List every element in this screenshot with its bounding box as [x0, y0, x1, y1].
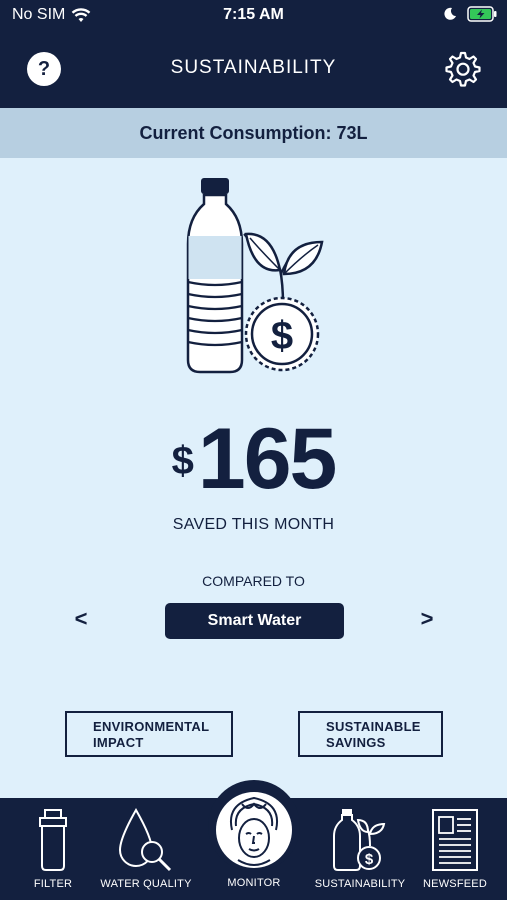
- bottle-savings-illustration: $: [186, 178, 324, 374]
- tab-newsfeed[interactable]: NEWSFEED: [414, 798, 496, 900]
- tab-label: NEWSFEED: [423, 878, 487, 890]
- filter-icon: [39, 809, 67, 871]
- sustainability-icon: $: [333, 809, 386, 871]
- status-bar: No SIM 7:15 AM: [0, 0, 507, 32]
- newsfeed-icon: [432, 809, 478, 871]
- tab-label: SUSTAINABILITY: [314, 878, 406, 890]
- tab-label: FILTER: [33, 878, 73, 890]
- gear-icon[interactable]: [445, 51, 481, 87]
- status-right: [443, 6, 497, 22]
- svg-text:$: $: [271, 314, 293, 358]
- sustainable-savings-button[interactable]: SUSTAINABLE SAVINGS: [298, 711, 443, 757]
- page-title: SUSTAINABILITY: [170, 57, 337, 78]
- battery-icon: [467, 6, 497, 22]
- tab-label: WATER QUALITY: [100, 878, 192, 890]
- tab-sustainability[interactable]: $ SUSTAINABILITY: [310, 798, 410, 900]
- compared-product-selector[interactable]: Smart Water: [165, 603, 344, 639]
- water-quality-icon: [118, 808, 172, 872]
- tab-label: MONITOR: [227, 877, 281, 889]
- moon-icon: [444, 7, 456, 20]
- consumption-banner: Current Consumption: 73L: [0, 108, 507, 158]
- currency-symbol: $: [171, 439, 194, 483]
- environmental-impact-button[interactable]: ENVIRONMENTAL IMPACT: [65, 711, 233, 757]
- tab-monitor[interactable]: MONITOR: [208, 792, 300, 900]
- tab-water-quality[interactable]: WATER QUALITY: [94, 798, 198, 900]
- svg-text:$: $: [365, 851, 374, 868]
- next-product-button[interactable]: >: [412, 606, 442, 632]
- savings-caption: SAVED THIS MONTH: [172, 516, 335, 533]
- nav-bar: ? SUSTAINABILITY: [0, 32, 507, 108]
- savings-value: 165: [197, 411, 337, 507]
- tab-filter[interactable]: FILTER: [12, 798, 94, 900]
- savings-amount: $165: [0, 410, 507, 509]
- monitor-avatar-icon: [216, 792, 292, 868]
- compared-to-label: COMPARED TO: [202, 573, 305, 589]
- previous-product-button[interactable]: <: [66, 606, 96, 632]
- clock: 7:15 AM: [223, 6, 284, 23]
